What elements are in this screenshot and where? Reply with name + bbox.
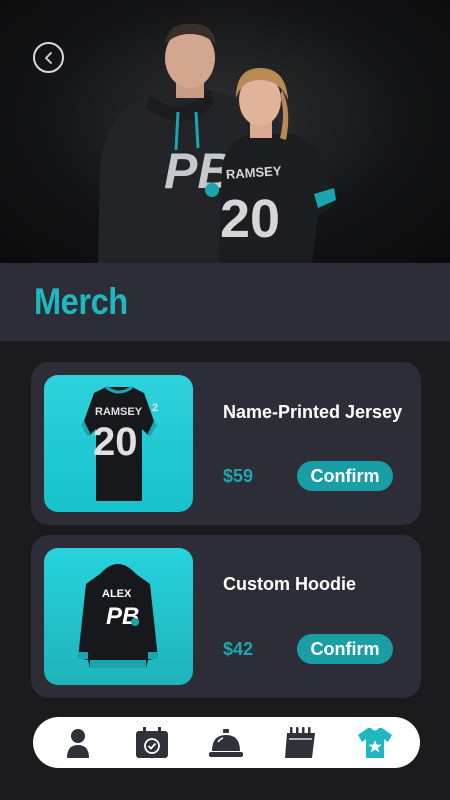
product-name: Name-Printed Jersey [223, 402, 403, 422]
nav-notebook[interactable] [279, 723, 323, 763]
hoodie-icon: ALEX PB [78, 564, 158, 668]
hero-jersey-number: 20 [220, 189, 280, 249]
nav-calendar[interactable] [130, 723, 174, 763]
jersey-image-number: 20 [93, 420, 138, 464]
hoodie-image: ALEX PB [44, 548, 193, 685]
profile-icon [67, 728, 90, 758]
product-card-jersey: RAMSEY 20 2 Name-Printed Jersey $59 Conf… [31, 362, 421, 525]
calendar-check-icon [136, 726, 169, 758]
nav-merch[interactable] [353, 723, 397, 763]
shirt-star-icon [357, 727, 392, 758]
product-price: $59 [223, 466, 254, 486]
page-title: Merch [34, 281, 128, 322]
bottom-nav [33, 717, 420, 768]
nav-profile[interactable] [56, 723, 100, 763]
hero-photo: PB RAMSEY 20 [98, 23, 336, 263]
nav-service[interactable] [204, 723, 248, 763]
hoodie-image-logo: PB [106, 603, 139, 630]
jersey-shirt-icon: RAMSEY 20 2 [81, 385, 158, 501]
confirm-button[interactable]: Confirm [297, 634, 393, 664]
service-bell-icon [209, 728, 244, 757]
jersey-image: RAMSEY 20 2 [44, 375, 193, 512]
hoodie-image-name: ALEX [102, 588, 132, 600]
product-name: Custom Hoodie [223, 574, 356, 594]
hero-image: PB RAMSEY 20 [0, 0, 450, 263]
notebook-icon [284, 726, 315, 758]
product-card-hoodie: ALEX PB Custom Hoodie $42 Confirm [31, 535, 421, 698]
jersey-image-name: RAMSEY [95, 406, 143, 418]
chevron-left-icon [44, 51, 52, 64]
svg-text:2: 2 [152, 402, 158, 414]
product-price: $42 [223, 639, 254, 659]
section-header: Merch [0, 263, 450, 341]
confirm-button[interactable]: Confirm [297, 461, 393, 491]
back-button[interactable] [33, 42, 64, 73]
